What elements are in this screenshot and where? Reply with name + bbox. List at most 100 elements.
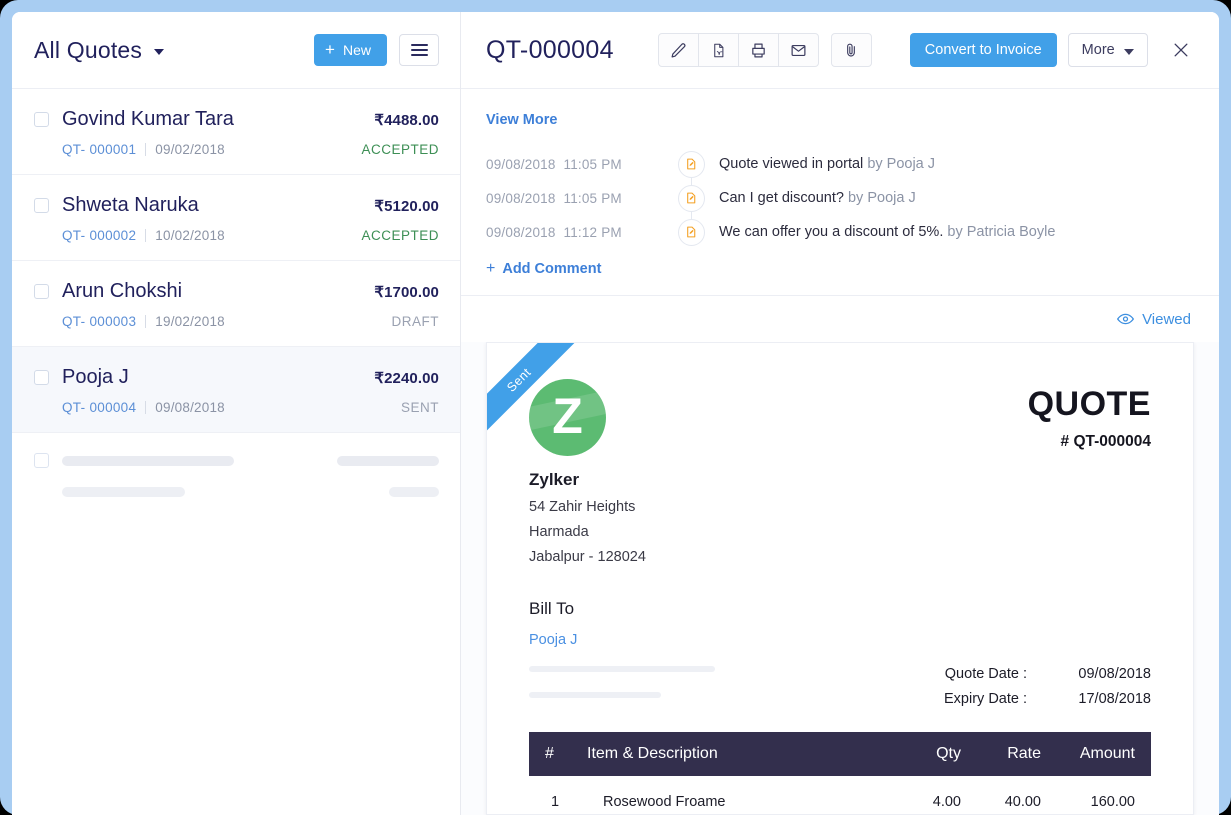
row-checkbox[interactable] xyxy=(34,370,49,385)
print-button[interactable] xyxy=(737,33,779,67)
list-item-secondary-row: QT- 000001 09/02/2018 ACCEPTED xyxy=(34,142,439,157)
quotes-filter-title[interactable]: All Quotes xyxy=(34,37,142,64)
timeline-marker xyxy=(676,180,706,216)
timeline-text: We can offer you a discount of 5%. by Pa… xyxy=(719,224,1055,240)
quote-title-block: QUOTE # QT-000004 xyxy=(1028,379,1151,565)
list-item[interactable]: Shweta Naruka ₹5120.00 QT- 000002 10/02/… xyxy=(12,175,460,261)
quote-amount: ₹5120.00 xyxy=(374,197,439,215)
placeholder-bar xyxy=(389,487,439,497)
timeline-entry: 09/08/2018 11:12 PM We can offer you a d… xyxy=(486,214,1194,249)
more-actions-button[interactable]: More xyxy=(1067,33,1148,67)
quote-amount: ₹4488.00 xyxy=(374,111,439,129)
device-frame: All Quotes + New Govind Kumar Tara ₹4488… xyxy=(0,0,1231,815)
document-edit-icon xyxy=(686,192,695,204)
list-item-primary-row: Shweta Naruka ₹5120.00 xyxy=(34,194,439,217)
table-row: 1 Rosewood Froame 4.00 40.00 160.00 xyxy=(529,776,1151,814)
printer-icon xyxy=(752,43,765,57)
bill-to-label: Bill To xyxy=(529,599,575,618)
document-edit-icon xyxy=(686,226,695,238)
new-quote-button[interactable]: + New xyxy=(314,34,387,66)
divider xyxy=(145,143,147,156)
placeholder-bar xyxy=(529,666,715,672)
timeline-marker xyxy=(676,214,706,246)
add-comment-label: Add Comment xyxy=(502,261,602,277)
list-item-secondary-row: QT- 000004 09/08/2018 SENT xyxy=(34,400,439,415)
divider xyxy=(145,315,147,328)
document-edit-icon xyxy=(686,158,695,170)
divider xyxy=(145,229,147,242)
pdf-file-icon xyxy=(714,43,724,57)
email-button[interactable] xyxy=(777,33,819,67)
attachment-button[interactable] xyxy=(830,33,872,67)
status-badge: DRAFT xyxy=(391,314,439,329)
quote-number[interactable]: QT- 000003 xyxy=(62,314,136,329)
list-item-selected[interactable]: Pooja J ₹2240.00 QT- 000004 09/08/2018 S… xyxy=(12,347,460,433)
detail-toolbar xyxy=(657,33,819,67)
status-badge: ACCEPTED xyxy=(361,228,439,243)
cell-item: Rosewood Froame xyxy=(603,794,726,810)
add-comment-button[interactable]: + Add Comment xyxy=(486,260,1194,278)
close-panel-button[interactable] xyxy=(1166,35,1196,65)
quote-preview-area: Sent Z Zylker 54 Zahir Heights Harmada J… xyxy=(461,342,1219,815)
quotes-list-panel: All Quotes + New Govind Kumar Tara ₹4488… xyxy=(12,12,461,815)
timeline-time: 11:05 PM xyxy=(563,156,622,172)
column-header-rate: Rate xyxy=(961,732,1041,776)
quote-number[interactable]: QT- 000002 xyxy=(62,228,136,243)
company-block: Z Zylker 54 Zahir Heights Harmada Jabalp… xyxy=(529,379,890,565)
address-line: Harmada xyxy=(529,524,589,540)
list-item[interactable]: Govind Kumar Tara ₹4488.00 QT- 000001 09… xyxy=(12,89,460,175)
chevron-down-icon[interactable] xyxy=(154,49,165,55)
column-header-index: # xyxy=(529,732,587,776)
new-quote-label: New xyxy=(342,42,371,58)
row-checkbox[interactable] xyxy=(34,198,49,213)
timeline-timestamp: 09/08/2018 11:05 PM xyxy=(486,191,676,206)
detail-header: QT-000004 Convert to Invoice More xyxy=(461,12,1219,89)
timeline-timestamp: 09/08/2018 11:05 PM xyxy=(486,157,676,172)
quote-number[interactable]: QT- 000001 xyxy=(62,142,136,157)
timeline-date: 09/08/2018 xyxy=(486,190,556,206)
paperclip-icon xyxy=(847,43,856,57)
timeline-icon-circle xyxy=(677,150,705,178)
quote-amount: ₹2240.00 xyxy=(374,369,439,387)
list-item-primary-row: Govind Kumar Tara ₹4488.00 xyxy=(34,108,439,131)
cell-qty: 4.00 xyxy=(932,794,961,810)
row-checkbox[interactable] xyxy=(34,112,49,127)
row-checkbox[interactable] xyxy=(34,284,49,299)
eye-icon xyxy=(1117,313,1135,325)
quote-date-row: Quote Date : 09/08/2018 xyxy=(886,666,1151,682)
quote-dates: Quote Date : 09/08/2018 Expiry Date : 17… xyxy=(886,666,1151,716)
list-view-options-button[interactable] xyxy=(399,34,439,66)
timeline-entry: 09/08/2018 11:05 PM Can I get discount? … xyxy=(486,180,1194,216)
plus-icon: + xyxy=(486,260,496,277)
list-item-loading-placeholder xyxy=(12,433,460,521)
list-item[interactable]: Arun Chokshi ₹1700.00 QT- 000003 19/02/2… xyxy=(12,261,460,347)
app-window: All Quotes + New Govind Kumar Tara ₹4488… xyxy=(12,12,1219,815)
timeline-text: Quote viewed in portal by Pooja J xyxy=(719,156,935,172)
quote-reference-number: # QT-000004 xyxy=(1060,433,1151,450)
customer-name: Shweta Naruka xyxy=(62,194,199,216)
quote-date: 09/02/2018 xyxy=(155,142,225,157)
page-title: QT-000004 xyxy=(486,35,614,64)
placeholder-bar xyxy=(337,455,439,466)
column-header-qty: Qty xyxy=(871,732,961,776)
bill-to-customer-link[interactable]: Pooja J xyxy=(529,632,577,648)
convert-to-invoice-button[interactable]: Convert to Invoice xyxy=(909,33,1057,67)
address-line: 54 Zahir Heights xyxy=(529,499,636,515)
quote-number[interactable]: QT- 000004 xyxy=(62,400,136,415)
address-line: Jabalpur - 128024 xyxy=(529,549,646,565)
viewed-label: Viewed xyxy=(1142,310,1191,328)
list-item-primary-row: Arun Chokshi ₹1700.00 xyxy=(34,280,439,303)
timeline-date: 09/08/2018 xyxy=(486,224,556,240)
more-label: More xyxy=(1081,42,1115,58)
status-badge: SENT xyxy=(400,400,439,415)
pdf-button[interactable] xyxy=(697,33,739,67)
placeholder-secondary-row xyxy=(34,487,439,497)
view-more-link[interactable]: View More xyxy=(486,112,557,128)
cell-rate: 40.00 xyxy=(1004,794,1041,810)
quote-date-label: Quote Date : xyxy=(944,666,1027,682)
timeline-icon-circle xyxy=(677,184,705,212)
quote-date: 10/02/2018 xyxy=(155,228,225,243)
edit-button[interactable] xyxy=(657,33,699,67)
placeholder-bar xyxy=(62,487,185,497)
viewed-status[interactable]: Viewed xyxy=(1117,311,1191,328)
